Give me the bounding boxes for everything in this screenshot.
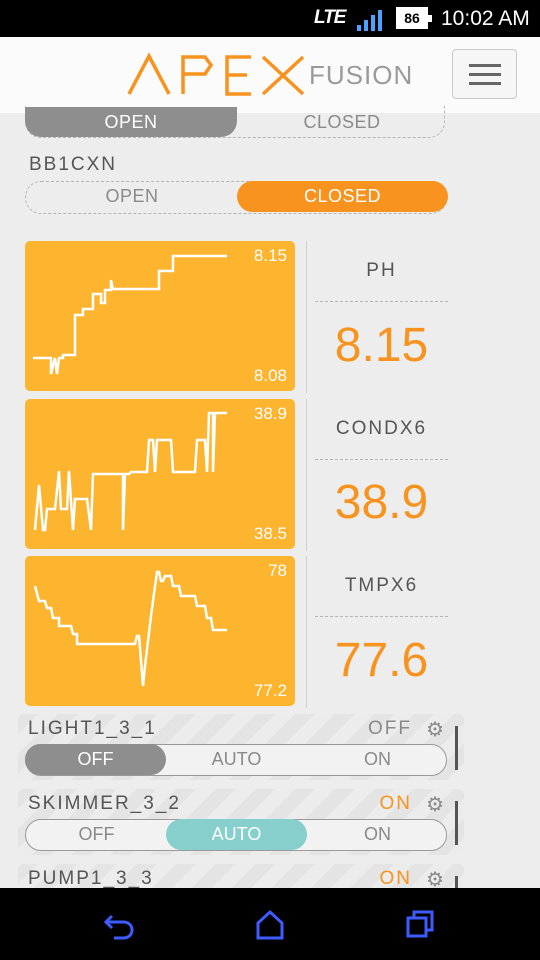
- condx6-divider: [315, 459, 448, 460]
- mode-off-option[interactable]: OFF: [26, 819, 167, 850]
- ph-name: PH: [366, 260, 397, 281]
- hamburger-menu-icon: [469, 64, 501, 67]
- tmpx6-value: 77.6: [334, 634, 429, 687]
- bb1cxn-label: BB1CXN: [29, 154, 118, 175]
- ph-chart-min: 8.08: [253, 366, 287, 385]
- menu-button[interactable]: [452, 49, 517, 99]
- status-bar: LTE 86 10:02 AM: [0, 0, 540, 37]
- ph-chart[interactable]: 8.15 8.08: [25, 241, 295, 391]
- recents-icon[interactable]: [400, 906, 440, 942]
- scrollbar[interactable]: [455, 876, 458, 888]
- hamburger-line: [469, 73, 501, 76]
- scrollbar[interactable]: [455, 726, 458, 770]
- outlet-state: ON: [379, 793, 412, 814]
- condx6-name: CONDX6: [335, 418, 428, 439]
- mode-on-option[interactable]: ON: [307, 819, 448, 850]
- hamburger-line: [469, 82, 501, 85]
- tmpx6-name: TMPX6: [344, 575, 419, 596]
- ph-value: 8.15: [334, 319, 429, 372]
- mode-on-option[interactable]: ON: [307, 744, 448, 775]
- bb1cxn-open-option[interactable]: OPEN: [26, 181, 238, 212]
- apex-wordmark: [127, 52, 305, 96]
- outlet-pump1: PUMP1_3_3 ON ⚙: [18, 864, 464, 888]
- condx6-chart[interactable]: 38.9 38.5: [25, 399, 295, 549]
- tmpx6-divider: [315, 616, 448, 617]
- outlet-state: ON: [379, 868, 412, 888]
- battery-icon: 86: [396, 7, 432, 29]
- bb1cxn-closed-option[interactable]: CLOSED: [237, 181, 448, 212]
- outlet-name: SKIMMER_3_2: [28, 793, 181, 814]
- gear-icon[interactable]: ⚙: [426, 792, 444, 817]
- network-type: LTE: [314, 7, 347, 28]
- top-closed-option[interactable]: CLOSED: [238, 107, 446, 137]
- outlet-state: OFF: [368, 718, 412, 739]
- condx6-value: 38.9: [334, 476, 429, 529]
- outlet-light1: LIGHT1_3_1 OFF ⚙ OFF AUTO ON: [18, 714, 464, 780]
- divider: [306, 241, 307, 393]
- top-open-closed-toggle: OPEN CLOSED: [25, 106, 445, 138]
- android-nav-bar: [0, 888, 540, 960]
- condx6-chart-max: 38.9: [253, 404, 287, 423]
- clock: 10:02 AM: [441, 7, 530, 30]
- outlet-mode-toggle: OFF AUTO ON: [25, 744, 447, 776]
- tmpx6-chart-min: 77.2: [253, 681, 287, 700]
- outlet-name: PUMP1_3_3: [28, 868, 154, 888]
- apex-fusion-logo: FUSION: [127, 52, 417, 100]
- mode-auto-option[interactable]: AUTO: [166, 819, 307, 850]
- condx6-chart-min: 38.5: [253, 524, 287, 543]
- mode-auto-option[interactable]: AUTO: [166, 744, 307, 775]
- ph-divider: [315, 301, 448, 302]
- logo-fusion-text: FUSION: [309, 60, 414, 90]
- outlet-mode-toggle: OFF AUTO ON: [25, 819, 447, 851]
- gear-icon[interactable]: ⚙: [426, 867, 444, 888]
- outlet-name: LIGHT1_3_1: [28, 718, 157, 739]
- gear-icon[interactable]: ⚙: [426, 717, 444, 742]
- bb1cxn-toggle: OPEN CLOSED: [25, 181, 448, 214]
- outlet-skimmer: SKIMMER_3_2 ON ⚙ OFF AUTO ON: [18, 789, 464, 855]
- signal-icon: [357, 10, 382, 31]
- home-icon[interactable]: [250, 906, 290, 942]
- divider: [306, 399, 307, 551]
- tmpx6-chart[interactable]: 78 77.2: [25, 556, 295, 706]
- back-icon[interactable]: [100, 906, 140, 942]
- mode-off-option[interactable]: OFF: [25, 744, 166, 775]
- top-open-option[interactable]: OPEN: [25, 107, 237, 137]
- tmpx6-chart-max: 78: [268, 561, 287, 580]
- ph-chart-max: 8.15: [253, 246, 287, 265]
- scrollbar[interactable]: [455, 801, 458, 845]
- divider: [306, 556, 307, 708]
